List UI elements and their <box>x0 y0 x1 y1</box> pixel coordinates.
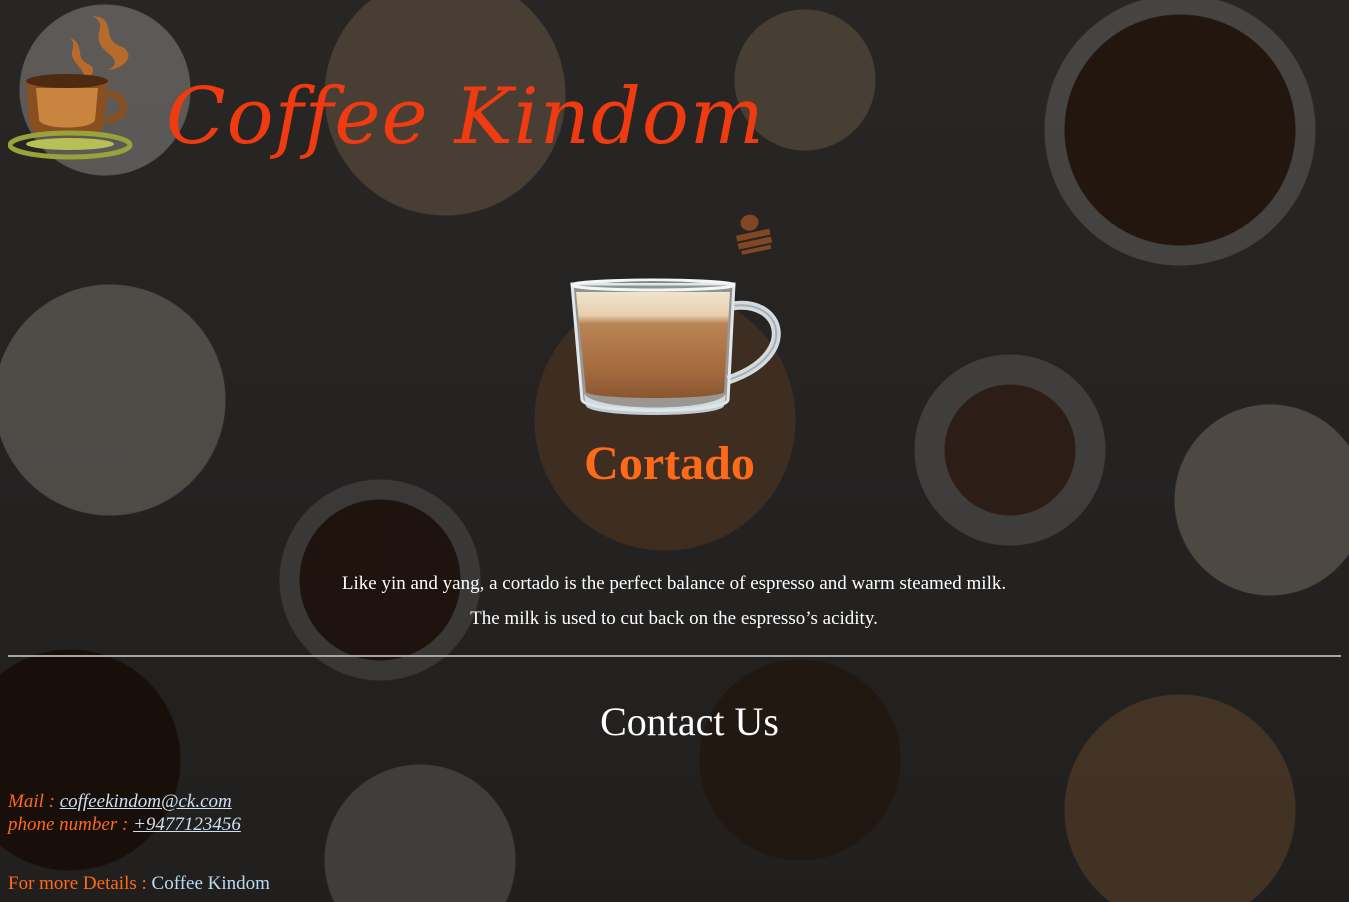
brand-title: Coffee Kindom <box>166 72 765 162</box>
product-description: Like yin and yang, a cortado is the perf… <box>341 573 1007 629</box>
mail-label: Mail : <box>8 791 60 812</box>
more-details-row: For more Details : Coffee Kindom <box>8 872 270 895</box>
mail-link[interactable]: coffeekindom@ck.com <box>60 791 232 812</box>
contact-heading: Contact Us <box>0 696 1349 748</box>
product-name: Cortado <box>0 432 1349 496</box>
cortado-glass-cup-image <box>570 278 781 415</box>
phone-link[interactable]: +9477123456 <box>133 814 241 835</box>
coffee-cup-logo-icon <box>8 16 133 160</box>
phone-label: phone number : <box>8 814 134 835</box>
more-details-label: For more Details : <box>8 873 152 894</box>
contact-heading-text: Contact Us <box>600 699 779 744</box>
page-content: Coffee Kindom Cortado Like yin and yang,… <box>0 0 1349 902</box>
product-name-text: Cortado <box>584 437 755 490</box>
phone-row: phone number : +9477123456 <box>8 813 241 836</box>
section-divider <box>8 655 1341 657</box>
mail-row: Mail : coffeekindom@ck.com <box>8 790 232 813</box>
coffee-bean-stamp-icon <box>735 214 773 255</box>
more-details-link[interactable]: Coffee Kindom <box>152 873 270 894</box>
